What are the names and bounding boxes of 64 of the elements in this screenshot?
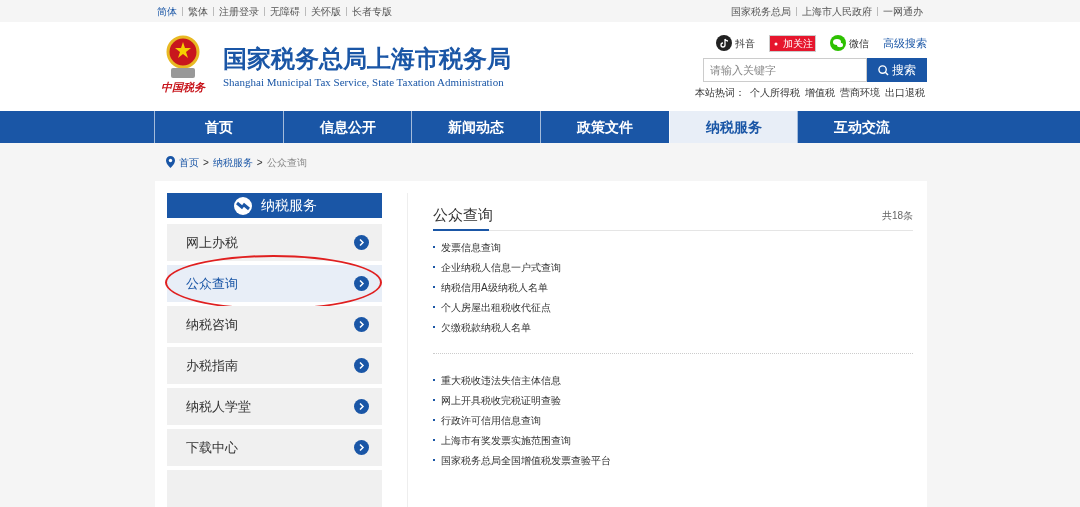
hot-word-link[interactable]: 出口退税 — [885, 85, 925, 100]
query-link[interactable]: 个人房屋出租税收代征点 — [441, 299, 551, 315]
weibo-link[interactable]: 加关注 — [769, 34, 816, 52]
advanced-search-link[interactable]: 高级搜索 — [883, 34, 927, 52]
query-link[interactable]: 发票信息查询 — [441, 239, 501, 255]
query-link[interactable]: 纳税信用A级纳税人名单 — [441, 279, 548, 295]
top-link[interactable]: 无障碍 — [270, 3, 300, 19]
chevron-circle-icon — [354, 317, 369, 332]
hot-word-link[interactable]: 营商环境 — [840, 85, 880, 100]
sidebar-item[interactable]: 下载中心 — [167, 429, 382, 466]
chevron-circle-icon — [354, 399, 369, 414]
query-link[interactable]: 重大税收违法失信主体信息 — [441, 372, 561, 388]
breadcrumb-current: 公众查询 — [266, 155, 307, 170]
sidebar-header: 纳税服务 — [167, 193, 382, 218]
chevron-circle-icon — [354, 235, 369, 250]
hot-word-link[interactable]: 个人所得税 — [750, 85, 800, 100]
query-link[interactable]: 企业纳税人信息一户式查询 — [441, 259, 561, 275]
site-subtitle: Shanghai Municipal Tax Service, State Taxation Administration — [223, 75, 505, 90]
logo-caption: 中国税务 — [161, 82, 205, 93]
top-link[interactable]: 上海市人民政府 — [802, 3, 872, 19]
breadcrumb-link[interactable]: 首页 — [179, 154, 199, 170]
top-link[interactable]: 长者专版 — [352, 3, 392, 19]
site-title: 国家税务总局上海市税务局 — [223, 44, 511, 74]
sidebar-item[interactable]: 办税指南 — [167, 347, 382, 384]
breadcrumb-separator: > — [256, 155, 263, 170]
wechat-link[interactable]: 微信 — [830, 35, 869, 51]
nav-tab[interactable]: 首页 — [154, 111, 283, 143]
query-link[interactable]: 上海市有奖发票实施范围查询 — [441, 432, 571, 448]
item-count: 共18条 — [881, 208, 913, 223]
breadcrumb-separator: > — [203, 155, 209, 170]
top-link[interactable]: 繁体 — [188, 3, 208, 19]
top-link[interactable]: 国家税务总局 — [731, 3, 791, 19]
search-button[interactable]: 搜索 — [867, 58, 927, 82]
search-field[interactable]: 请输入关键字 — [703, 58, 867, 82]
nav-tab[interactable]: 互动交流 — [797, 111, 927, 143]
top-link[interactable]: 一网通办 — [883, 3, 923, 19]
nav-tab[interactable]: 纳税服务 — [668, 111, 798, 143]
hot-words-label: 本站热词： — [695, 86, 745, 100]
search-icon — [878, 64, 889, 76]
query-link[interactable]: 国家税务总局全国增值税发票查验平台 — [441, 452, 611, 468]
breadcrumb-link[interactable]: 纳税服务 — [212, 154, 253, 170]
chevron-circle-icon — [354, 440, 369, 455]
hot-word-link[interactable]: 增值税 — [805, 85, 835, 100]
query-link[interactable]: 网上开具税收完税证明查验 — [441, 392, 561, 408]
chevron-circle-icon — [354, 358, 369, 373]
sidebar-header-icon — [232, 195, 253, 216]
music-note-icon — [716, 35, 732, 51]
top-link[interactable]: 关怀版 — [311, 3, 341, 19]
top-link[interactable]: 简体 — [157, 3, 177, 19]
sidebar-item[interactable]: 网上办税 — [167, 224, 382, 261]
nav-tab[interactable]: 新闻动态 — [411, 111, 540, 143]
content-title: 公众查询 — [433, 204, 493, 225]
query-link[interactable]: 行政许可信用信息查询 — [441, 412, 541, 428]
location-pin-icon — [166, 156, 175, 168]
chevron-circle-icon — [354, 276, 369, 291]
sidebar-item[interactable]: 纳税咨询 — [167, 306, 382, 343]
chat-bubbles-icon — [830, 35, 846, 51]
nav-tab[interactable]: 信息公开 — [282, 111, 412, 143]
sidebar-item[interactable]: 纳税人学堂 — [167, 388, 382, 425]
nav-tab[interactable]: 政策文件 — [540, 111, 669, 143]
sidebar-item[interactable]: 公众查询 — [167, 265, 382, 302]
douyin-link[interactable]: 抖音 — [716, 35, 755, 51]
query-link[interactable]: 欠缴税款纳税人名单 — [441, 319, 531, 335]
top-link[interactable]: 注册登录 — [219, 3, 259, 19]
